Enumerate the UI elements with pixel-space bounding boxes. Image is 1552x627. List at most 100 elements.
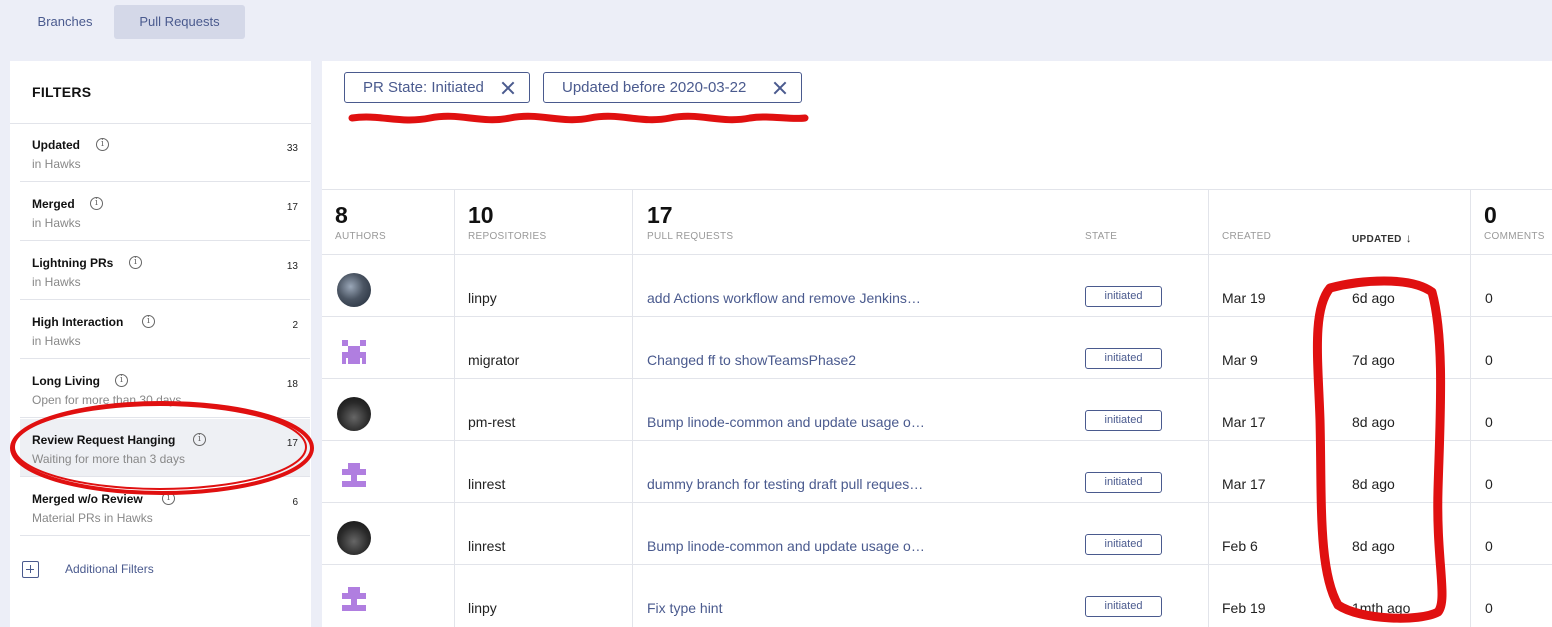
- filter-name: Lightning PRs: [32, 256, 114, 270]
- filter-count: 17: [286, 202, 298, 213]
- updated-header[interactable]: UPDATED ↓: [1352, 231, 1412, 245]
- avatar[interactable]: [337, 459, 371, 493]
- pr-title-link[interactable]: Fix type hint: [647, 600, 967, 616]
- filter-name: Review Request Hanging: [32, 433, 176, 447]
- arrow-down-icon: ↓: [1405, 231, 1413, 245]
- repo-name: linrest: [468, 476, 506, 492]
- table-row[interactable]: linpy Fix type hint initiated Feb 19 1mt…: [322, 564, 1552, 626]
- filter-subtitle: in Hawks: [32, 216, 81, 230]
- table-row[interactable]: migrator Changed ff to showTeamsPhase2 i…: [322, 316, 1552, 378]
- comments-count: 0: [1484, 202, 1497, 228]
- repositories-header[interactable]: REPOSITORIES: [468, 231, 546, 242]
- state-badge: initiated: [1085, 472, 1162, 493]
- filter-name: Long Living: [32, 374, 100, 388]
- repo-name: linpy: [468, 290, 497, 306]
- pull-requests-count: 17: [647, 202, 673, 228]
- repositories-count: 10: [468, 202, 494, 228]
- avatar[interactable]: [337, 583, 371, 617]
- pr-title-link[interactable]: add Actions workflow and remove Jenkins…: [647, 290, 967, 306]
- info-icon[interactable]: i: [162, 492, 175, 505]
- comments-count-cell: 0: [1485, 538, 1493, 554]
- pull-requests-panel: PR State: Initiated Updated before 2020-…: [322, 61, 1552, 627]
- filter-count: 33: [286, 143, 298, 154]
- filter-item-lightning-prs[interactable]: Lightning PRs i in Hawks 13: [20, 242, 310, 300]
- repo-name: pm-rest: [468, 414, 516, 430]
- filter-item-long-living[interactable]: Long Living i Open for more than 30 days…: [20, 360, 310, 418]
- table-row[interactable]: pm-rest Bump linode-common and update us…: [322, 378, 1552, 440]
- filter-item-review-request-hanging[interactable]: Review Request Hanging i Waiting for mor…: [20, 419, 310, 477]
- avatar[interactable]: [337, 273, 371, 307]
- filter-item-merged-without-review[interactable]: Merged w/o Review i Material PRs in Hawk…: [20, 478, 310, 536]
- filter-count: 18: [286, 379, 298, 390]
- filter-chip-updated-before[interactable]: Updated before 2020-03-22: [543, 72, 802, 103]
- pr-title-link[interactable]: dummy branch for testing draft pull requ…: [647, 476, 967, 492]
- created-date: Feb 6: [1222, 538, 1258, 554]
- filter-item-updated[interactable]: Updated i in Hawks 33: [20, 124, 310, 182]
- info-icon[interactable]: i: [96, 138, 109, 151]
- state-header[interactable]: STATE: [1085, 231, 1117, 242]
- info-icon[interactable]: i: [129, 256, 142, 269]
- avatar[interactable]: [337, 335, 371, 369]
- table-row[interactable]: linpy add Actions workflow and remove Je…: [322, 254, 1552, 316]
- filters-sidebar: FILTERS Updated i in Hawks 33 Merged i i…: [10, 61, 311, 627]
- avatar[interactable]: [337, 521, 371, 555]
- pr-title-link[interactable]: Changed ff to showTeamsPhase2: [647, 352, 967, 368]
- tab-pull-requests[interactable]: Pull Requests: [114, 5, 245, 39]
- filter-count: 17: [286, 438, 298, 449]
- created-date: Mar 19: [1222, 290, 1266, 306]
- authors-count: 8: [335, 202, 348, 228]
- info-icon[interactable]: i: [115, 374, 128, 387]
- table-row[interactable]: linrest dummy branch for testing draft p…: [322, 440, 1552, 502]
- info-icon[interactable]: i: [193, 433, 206, 446]
- tab-branches[interactable]: Branches: [16, 5, 114, 39]
- state-badge: initiated: [1085, 596, 1162, 617]
- comments-count-cell: 0: [1485, 290, 1493, 306]
- plus-square-icon: [22, 561, 39, 578]
- filter-subtitle: in Hawks: [32, 334, 81, 348]
- close-icon[interactable]: [501, 81, 515, 95]
- filter-name: High Interaction: [32, 315, 124, 329]
- created-date: Mar 17: [1222, 476, 1266, 492]
- updated-date: 8d ago: [1352, 414, 1395, 430]
- created-header[interactable]: CREATED: [1222, 231, 1271, 242]
- comments-count-cell: 0: [1485, 414, 1493, 430]
- filter-name: Merged: [32, 197, 75, 211]
- additional-filters-label: Additional Filters: [65, 562, 154, 576]
- filter-subtitle: Open for more than 30 days: [32, 393, 182, 407]
- updated-date: 8d ago: [1352, 538, 1395, 554]
- info-icon[interactable]: i: [90, 197, 103, 210]
- chip-label: Updated before 2020-03-22: [562, 79, 747, 96]
- filter-count: 2: [292, 320, 298, 331]
- info-icon[interactable]: i: [142, 315, 155, 328]
- comments-header[interactable]: COMMENTS: [1484, 231, 1545, 242]
- pr-title-link[interactable]: Bump linode-common and update usage o…: [647, 414, 967, 430]
- filter-name: Merged w/o Review: [32, 492, 143, 506]
- close-icon[interactable]: [773, 81, 787, 95]
- comments-count-cell: 0: [1485, 352, 1493, 368]
- repo-name: migrator: [468, 352, 520, 368]
- pull-requests-header[interactable]: PULL REQUESTS: [647, 231, 733, 242]
- state-badge: initiated: [1085, 348, 1162, 369]
- updated-date: 8d ago: [1352, 476, 1395, 492]
- avatar[interactable]: [337, 397, 371, 431]
- filter-count: 13: [286, 261, 298, 272]
- pull-requests-table: 8 AUTHORS 10 REPOSITORIES 17 PULL REQUES…: [322, 189, 1552, 627]
- filter-name: Updated: [32, 138, 80, 152]
- pr-title-link[interactable]: Bump linode-common and update usage o…: [647, 538, 967, 554]
- updated-date: 7d ago: [1352, 352, 1395, 368]
- filter-chip-pr-state[interactable]: PR State: Initiated: [344, 72, 530, 103]
- table-row[interactable]: linrest Bump linode-common and update us…: [322, 502, 1552, 564]
- state-badge: initiated: [1085, 534, 1162, 555]
- filter-subtitle: Material PRs in Hawks: [32, 511, 153, 525]
- filter-subtitle: Waiting for more than 3 days: [32, 452, 185, 466]
- updated-date: 6d ago: [1352, 290, 1395, 306]
- updated-date: 1mth ago: [1352, 600, 1411, 616]
- filter-item-high-interaction[interactable]: High Interaction i in Hawks 2: [20, 301, 310, 359]
- repo-name: linrest: [468, 538, 506, 554]
- state-badge: initiated: [1085, 286, 1162, 307]
- comments-count-cell: 0: [1485, 476, 1493, 492]
- top-tab-bar: Branches Pull Requests: [0, 0, 1552, 60]
- filter-item-merged[interactable]: Merged i in Hawks 17: [20, 183, 310, 241]
- repo-name: linpy: [468, 600, 497, 616]
- authors-header[interactable]: AUTHORS: [335, 231, 386, 242]
